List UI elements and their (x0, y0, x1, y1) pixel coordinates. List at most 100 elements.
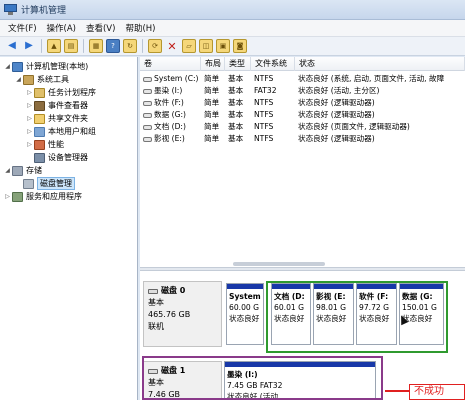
partition-title: 影视 (E: (316, 292, 346, 301)
volume-name: 数据 (G:) (140, 109, 201, 121)
delete-icon[interactable]: ✕ (165, 39, 179, 53)
expand-toggle-icon[interactable]: ▷ (25, 141, 34, 148)
column-layout[interactable]: 布局 (201, 57, 225, 71)
volume-status: 状态良好 (逻辑驱动器) (298, 98, 375, 107)
tree-item[interactable]: 设备管理器 (0, 151, 137, 164)
volume-list: 卷 布局 类型 文件系统 状态 System (C:) 简单 基本 NTFS 状态良好 … (140, 57, 465, 267)
partition-system[interactable]: System 60.00 G 状态良好 (226, 283, 264, 345)
menu-bar: 文件(F) 操作(A) 查看(V) 帮助(H) (0, 20, 465, 37)
tree-item[interactable]: ◢ 计算机管理(本地) (0, 60, 137, 73)
expand-toggle-icon[interactable]: ▷ (3, 193, 12, 200)
volume-filesystem: NTFS (254, 134, 274, 143)
volume-name: 软件 (F:) (140, 97, 201, 109)
volume-row[interactable]: System (C:) 简单 基本 NTFS 状态良好 (系统, 启动, 页面文件, 活… (140, 73, 465, 85)
event-viewer-icon (34, 100, 45, 111)
show-tree-icon[interactable]: ▤ (64, 39, 78, 53)
tree-item-label: 事件查看器 (48, 101, 88, 110)
partition-d[interactable]: 文档 (D: 60.01 G 状态良好 (271, 283, 311, 345)
column-filesystem[interactable]: 文件系统 (251, 57, 295, 71)
open-icon[interactable]: ▱ (182, 39, 196, 53)
partition-size: 98.01 G (316, 303, 347, 312)
volume-layout: 简单 (204, 122, 220, 131)
open-folder-icon[interactable]: ◫ (199, 39, 213, 53)
expand-toggle-icon[interactable]: ▷ (25, 128, 34, 135)
help-icon[interactable]: ? (106, 39, 120, 53)
disk-map: 磁盘 0 基本 465.76 GB 联机 System 60.00 G 状态良好… (140, 271, 465, 400)
tree-item-label: 存储 (26, 166, 42, 175)
back-arrow-icon[interactable]: ◀ (5, 39, 19, 53)
volume-name: 文档 (D:) (140, 121, 201, 133)
tree-item[interactable]: ▷ 事件查看器 (0, 99, 137, 112)
partition-size: 7.45 GB FAT32 (227, 381, 283, 390)
menu-action[interactable]: 操作(A) (42, 22, 81, 34)
task-scheduler-icon (34, 87, 45, 98)
volume-row[interactable]: 软件 (F:) 简单 基本 NTFS 状态良好 (逻辑驱动器) (140, 97, 465, 109)
refresh-icon[interactable]: ⟳ (148, 39, 162, 53)
expand-toggle-icon[interactable]: ▷ (25, 102, 34, 109)
expand-toggle-icon[interactable]: ◢ (3, 167, 12, 174)
forward-arrow-icon[interactable]: ▶ (22, 39, 36, 53)
partition-title: 软件 (F: (359, 292, 389, 301)
toolbar-separator (41, 39, 42, 53)
volume-layout: 简单 (204, 110, 220, 119)
disk-1-info[interactable]: 磁盘 1 基本 7.46 GB (143, 361, 222, 400)
disk-size: 465.76 GB (148, 310, 191, 319)
partition-e[interactable]: 影视 (E: 98.01 G 状态良好 (313, 283, 354, 345)
drive-icon (143, 112, 152, 118)
column-volume[interactable]: 卷 (140, 57, 201, 71)
scrollbar-thumb[interactable] (233, 262, 325, 266)
tree-item[interactable]: ▷ 任务计划程序 (0, 86, 137, 99)
menu-help[interactable]: 帮助(H) (120, 22, 160, 34)
properties-icon[interactable]: ▦ (89, 39, 103, 53)
tree-item[interactable]: ◢ 系统工具 (0, 73, 137, 86)
volume-layout: 简单 (204, 74, 220, 83)
save-icon[interactable]: ▣ (216, 39, 230, 53)
navigation-tree: ◢ 计算机管理(本地) ◢ 系统工具 ▷ 任务计划程序 ▷ 事件查看器 ▷ 共享文件夹 ▷ 本地用户和… (0, 57, 138, 400)
volume-row[interactable]: 数据 (G:) 简单 基本 NTFS 状态良好 (逻辑驱动器) (140, 109, 465, 121)
tree-item[interactable]: ◢ 存储 (0, 164, 137, 177)
column-type[interactable]: 类型 (225, 57, 251, 71)
expand-toggle-icon[interactable]: ▷ (25, 89, 34, 96)
shared-folder-icon (34, 113, 45, 124)
volume-type: 基本 (228, 86, 244, 95)
tree-item-label: 本地用户和组 (48, 127, 96, 136)
volume-name: System (C:) (140, 73, 201, 85)
volume-status: 状态良好 (系统, 启动, 页面文件, 活动, 故障 (298, 74, 445, 83)
tree-item[interactable]: ▷ 服务和应用程序 (0, 190, 137, 203)
performance-icon (34, 139, 45, 150)
expand-toggle-icon[interactable]: ▷ (25, 115, 34, 122)
refresh-icon[interactable]: ↻ (123, 39, 137, 53)
volume-row[interactable]: 墨染 (I:) 简单 基本 FAT32 状态良好 (活动, 主分区) (140, 85, 465, 97)
partition-i[interactable]: 墨染 (I:) 7.45 GB FAT32 状态良好 (活动, (224, 361, 376, 400)
menu-file[interactable]: 文件(F) (3, 22, 42, 34)
annotation-arrow (385, 390, 409, 392)
volume-row[interactable]: 文档 (D:) 简单 基本 NTFS 状态良好 (页面文件, 逻辑驱动器) (140, 121, 465, 133)
tree-item[interactable]: 磁盘管理 (0, 177, 137, 190)
disk-0-info[interactable]: 磁盘 0 基本 465.76 GB 联机 (143, 281, 222, 347)
volume-name-text: 墨染 (I:) (154, 86, 183, 95)
computer-management-icon (4, 4, 17, 15)
toolbar-separator (83, 39, 84, 53)
drive-icon (143, 76, 152, 82)
partition-size: 97.72 G (359, 303, 390, 312)
tree-item[interactable]: ▷ 本地用户和组 (0, 125, 137, 138)
volume-row[interactable]: 影视 (E:) 简单 基本 NTFS 状态良好 (逻辑驱动器) (140, 133, 465, 145)
partition-g[interactable]: 数据 (G: 150.01 G 状态良好 (399, 283, 444, 345)
tree-item-label: 服务和应用程序 (26, 192, 82, 201)
menu-view[interactable]: 查看(V) (81, 22, 120, 34)
disk-size: 7.46 GB (148, 390, 181, 399)
volume-layout: 简单 (204, 134, 220, 143)
up-folder-icon[interactable]: ▲ (47, 39, 61, 53)
expand-toggle-icon[interactable]: ◢ (3, 63, 12, 70)
tree-item[interactable]: ▷ 性能 (0, 138, 137, 151)
partition-f[interactable]: 软件 (F: 97.72 G 状态良好 (356, 283, 397, 345)
volume-name-text: System (C:) (154, 74, 199, 83)
tree-item[interactable]: ▷ 共享文件夹 (0, 112, 137, 125)
expand-toggle-icon[interactable]: ◢ (14, 76, 23, 83)
tools-icon (23, 74, 34, 85)
disk-icon[interactable]: ◙ (233, 39, 247, 53)
volume-name-text: 影视 (E:) (154, 134, 185, 143)
disk-icon (148, 288, 158, 294)
column-status[interactable]: 状态 (295, 57, 465, 71)
partition-status: 状态良好 (316, 314, 347, 323)
